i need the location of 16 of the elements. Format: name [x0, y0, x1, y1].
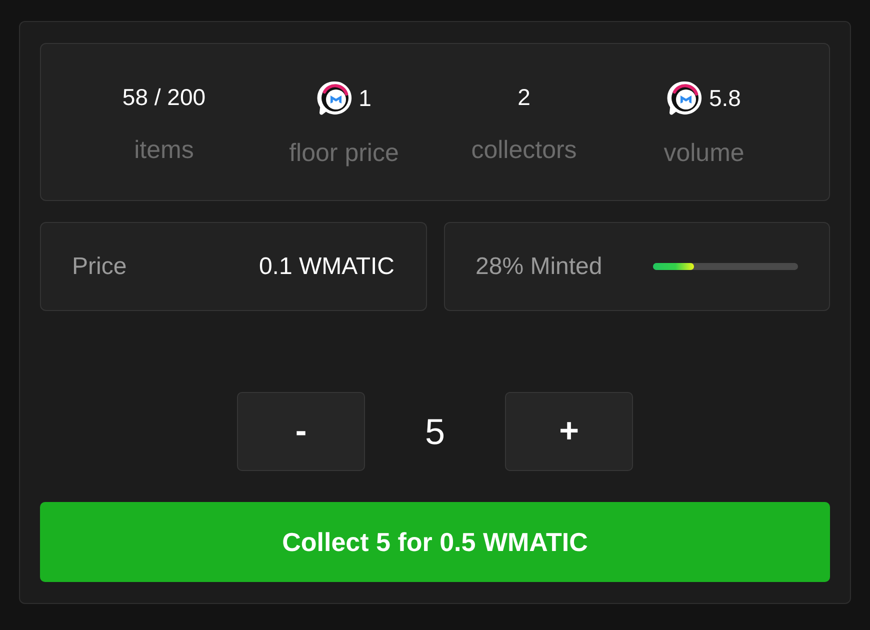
minted-label: 28% Minted [476, 252, 602, 281]
increase-button[interactable]: + [505, 392, 633, 472]
token-icon [667, 80, 703, 116]
stat-label: collectors [471, 135, 577, 165]
quantity-value: 5 [424, 410, 446, 453]
stat-value: 1 [358, 84, 372, 112]
stat-value: 2 [518, 83, 530, 111]
stat-value: 58 / 200 [122, 83, 206, 111]
stat-label: items [134, 135, 194, 165]
price-label: Price [72, 252, 127, 281]
stat-label: volume [664, 138, 744, 168]
price-value: 0.1 WMATIC [258, 252, 394, 281]
token-icon [316, 80, 353, 116]
stat-label: floor price [289, 138, 399, 168]
stat-value: 5.8 [709, 84, 741, 112]
decrease-button[interactable]: - [237, 392, 365, 472]
